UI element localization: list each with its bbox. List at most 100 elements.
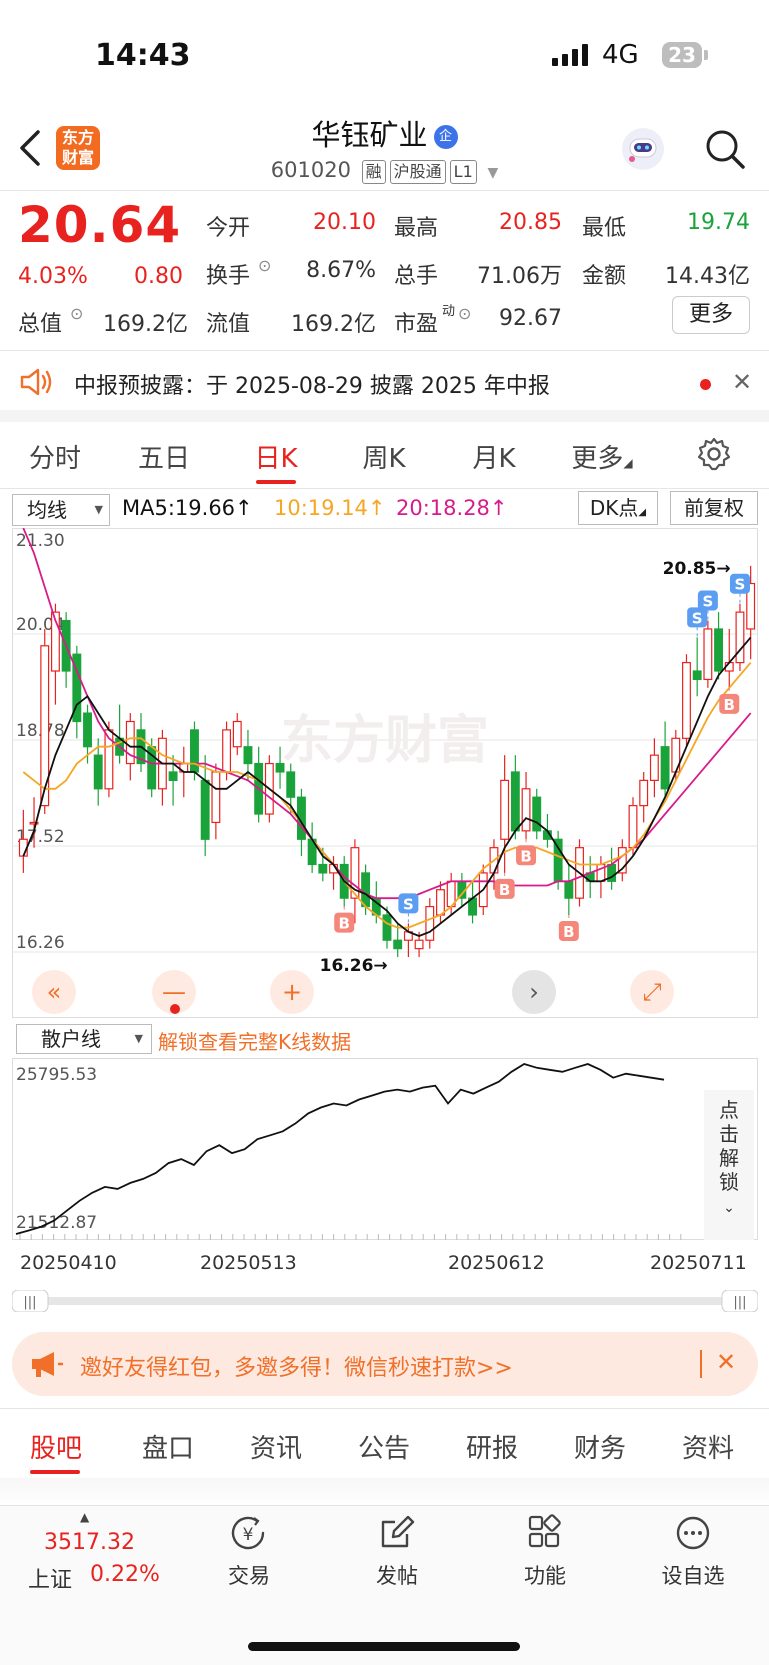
search-icon[interactable] xyxy=(704,128,746,170)
candle-body xyxy=(286,771,296,798)
close-icon[interactable]: ✕ xyxy=(732,368,752,396)
candle-body xyxy=(682,662,691,739)
divider xyxy=(0,1408,769,1409)
tab-weekly-k[interactable]: 周K xyxy=(334,438,434,475)
index-change[interactable]: 0.22% xyxy=(90,1562,160,1587)
indicator-select[interactable]: 均线 ▼ xyxy=(12,494,110,526)
adjust-button[interactable]: 前复权 xyxy=(670,491,758,525)
float-value: 169.2亿 xyxy=(291,312,376,337)
candle-body xyxy=(232,720,242,748)
indicator-select-label: 均线 xyxy=(27,498,67,522)
home-indicator xyxy=(248,1642,520,1651)
sell-signal-label: S xyxy=(735,576,746,594)
tab-five-day[interactable]: 五日 xyxy=(114,438,214,475)
candle-body xyxy=(168,771,178,781)
date-label: 20250513 xyxy=(200,1252,297,1274)
open-value: 20.10 xyxy=(313,210,376,235)
post-button[interactable]: 发帖 xyxy=(342,1514,452,1590)
more-button[interactable]: 更多 xyxy=(672,296,750,334)
kline-chart[interactable]: 21.3020.0418.7817.5216.26东方财富BSBBBSSBS20… xyxy=(12,528,758,1018)
candle-body xyxy=(714,628,724,672)
dk-point-button[interactable]: DK点◢ xyxy=(578,491,658,525)
ma5-value: MA5:19.66 xyxy=(122,496,236,520)
index-value[interactable]: 3517.32 xyxy=(44,1530,135,1555)
tab-pankou[interactable]: 盘口 xyxy=(118,1428,218,1465)
edit-icon xyxy=(381,1515,415,1548)
high-value: 20.85 xyxy=(499,210,562,235)
unlock-kline-link[interactable]: 解锁查看完整K线数据 xyxy=(158,1026,351,1055)
tab-daily-k[interactable]: 日K xyxy=(226,438,326,475)
range-slider[interactable]: ||| ||| xyxy=(12,1290,758,1312)
svg-text:|||: ||| xyxy=(733,1295,746,1310)
forward-icon[interactable]: › xyxy=(512,970,556,1014)
robot-assistant-icon[interactable] xyxy=(620,126,666,172)
tab-news[interactable]: 资讯 xyxy=(226,1428,326,1465)
retail-line-select[interactable]: 散户线 ▼ xyxy=(16,1024,152,1054)
candle-body xyxy=(190,729,199,773)
low-value: 19.74 xyxy=(687,210,750,235)
function-button[interactable]: 功能 xyxy=(490,1514,600,1590)
tab-finance[interactable]: 财务 xyxy=(550,1428,650,1465)
candle-body xyxy=(532,796,542,832)
enterprise-badge: 企 xyxy=(433,125,458,149)
pe-value: 92.67 xyxy=(499,306,562,331)
tab-guba[interactable]: 股吧 xyxy=(6,1428,106,1465)
volume-label: 总手 xyxy=(394,264,439,289)
unlock-side-text: 点击解锁 xyxy=(719,1098,739,1194)
ma10-label: 10:19.14↑ xyxy=(274,496,386,520)
index-name[interactable]: 上证 xyxy=(28,1562,72,1594)
retail-y-tick: 25795.53 xyxy=(16,1065,97,1085)
info-icon[interactable]: ⊙ xyxy=(70,304,83,323)
retail-select-label: 散户线 xyxy=(41,1027,101,1051)
divider xyxy=(0,190,769,191)
chevron-down-icon[interactable]: ▼ xyxy=(487,165,498,181)
ma20-label: 20:18.28↑ xyxy=(396,496,508,520)
tab-monthly-k[interactable]: 月K xyxy=(444,438,544,475)
candle-body xyxy=(521,788,531,832)
stock-name: 华钰矿业 xyxy=(311,118,428,152)
tab-minute[interactable]: 分时 xyxy=(5,438,105,475)
candle-body xyxy=(425,905,435,941)
dots-icon xyxy=(676,1516,710,1550)
amount-value: 14.43亿 xyxy=(665,264,750,289)
zoom-dot xyxy=(170,1004,180,1014)
buy-signal-label: B xyxy=(499,881,510,899)
unlock-side-button[interactable]: 点击解锁 ⌄ xyxy=(704,1090,754,1240)
tab-more[interactable]: 更多◢ xyxy=(552,438,652,475)
close-icon[interactable]: ✕ xyxy=(716,1348,736,1376)
unread-dot xyxy=(700,379,711,390)
megaphone-icon xyxy=(32,1352,63,1377)
rewind-icon[interactable]: « xyxy=(32,970,76,1014)
candle-body xyxy=(703,628,713,681)
sell-signal-label: S xyxy=(692,609,703,627)
tab-announcement[interactable]: 公告 xyxy=(334,1428,434,1465)
add-watchlist-button[interactable]: 设自选 xyxy=(638,1514,748,1590)
pe-label: 市盈 xyxy=(394,312,439,337)
tag-connect: 沪股通 xyxy=(389,160,446,184)
buy-signal-label: B xyxy=(338,915,349,933)
zoom-in-icon[interactable]: + xyxy=(270,970,314,1014)
fullscreen-icon[interactable]: ⤢ xyxy=(630,970,674,1014)
trade-button[interactable]: ¥ 交易 xyxy=(194,1514,304,1590)
tab-research[interactable]: 研报 xyxy=(442,1428,542,1465)
mktcap-value: 169.2亿 xyxy=(103,312,188,337)
y-tick-label: 21.30 xyxy=(16,531,65,551)
gear-icon[interactable] xyxy=(696,436,732,472)
content-peek xyxy=(0,1478,769,1508)
info-icon[interactable]: ⊙ xyxy=(258,256,271,275)
candle-body xyxy=(93,754,103,790)
candle-body xyxy=(393,939,403,950)
date-label: 20250711 xyxy=(650,1252,747,1274)
tab-profile[interactable]: 资料 xyxy=(658,1428,758,1465)
function-label: 功能 xyxy=(524,1564,566,1588)
retail-frame xyxy=(12,1058,758,1240)
signal-icon xyxy=(552,44,588,66)
info-icon[interactable]: ⊙ xyxy=(458,304,471,323)
notice-text[interactable]: 中报预披露：于 2025-08-29 披露 2025 年中报 xyxy=(74,368,550,400)
caret-up-icon: ▲ xyxy=(80,1510,90,1524)
section-gap xyxy=(0,410,769,422)
promo-text[interactable]: 邀好友得红包，多邀多得！微信秒速打款>> xyxy=(80,1350,513,1382)
tab-more-label: 更多 xyxy=(571,444,624,474)
high-price-label: 20.85→ xyxy=(663,559,731,579)
date-label: 20250410 xyxy=(20,1252,117,1274)
